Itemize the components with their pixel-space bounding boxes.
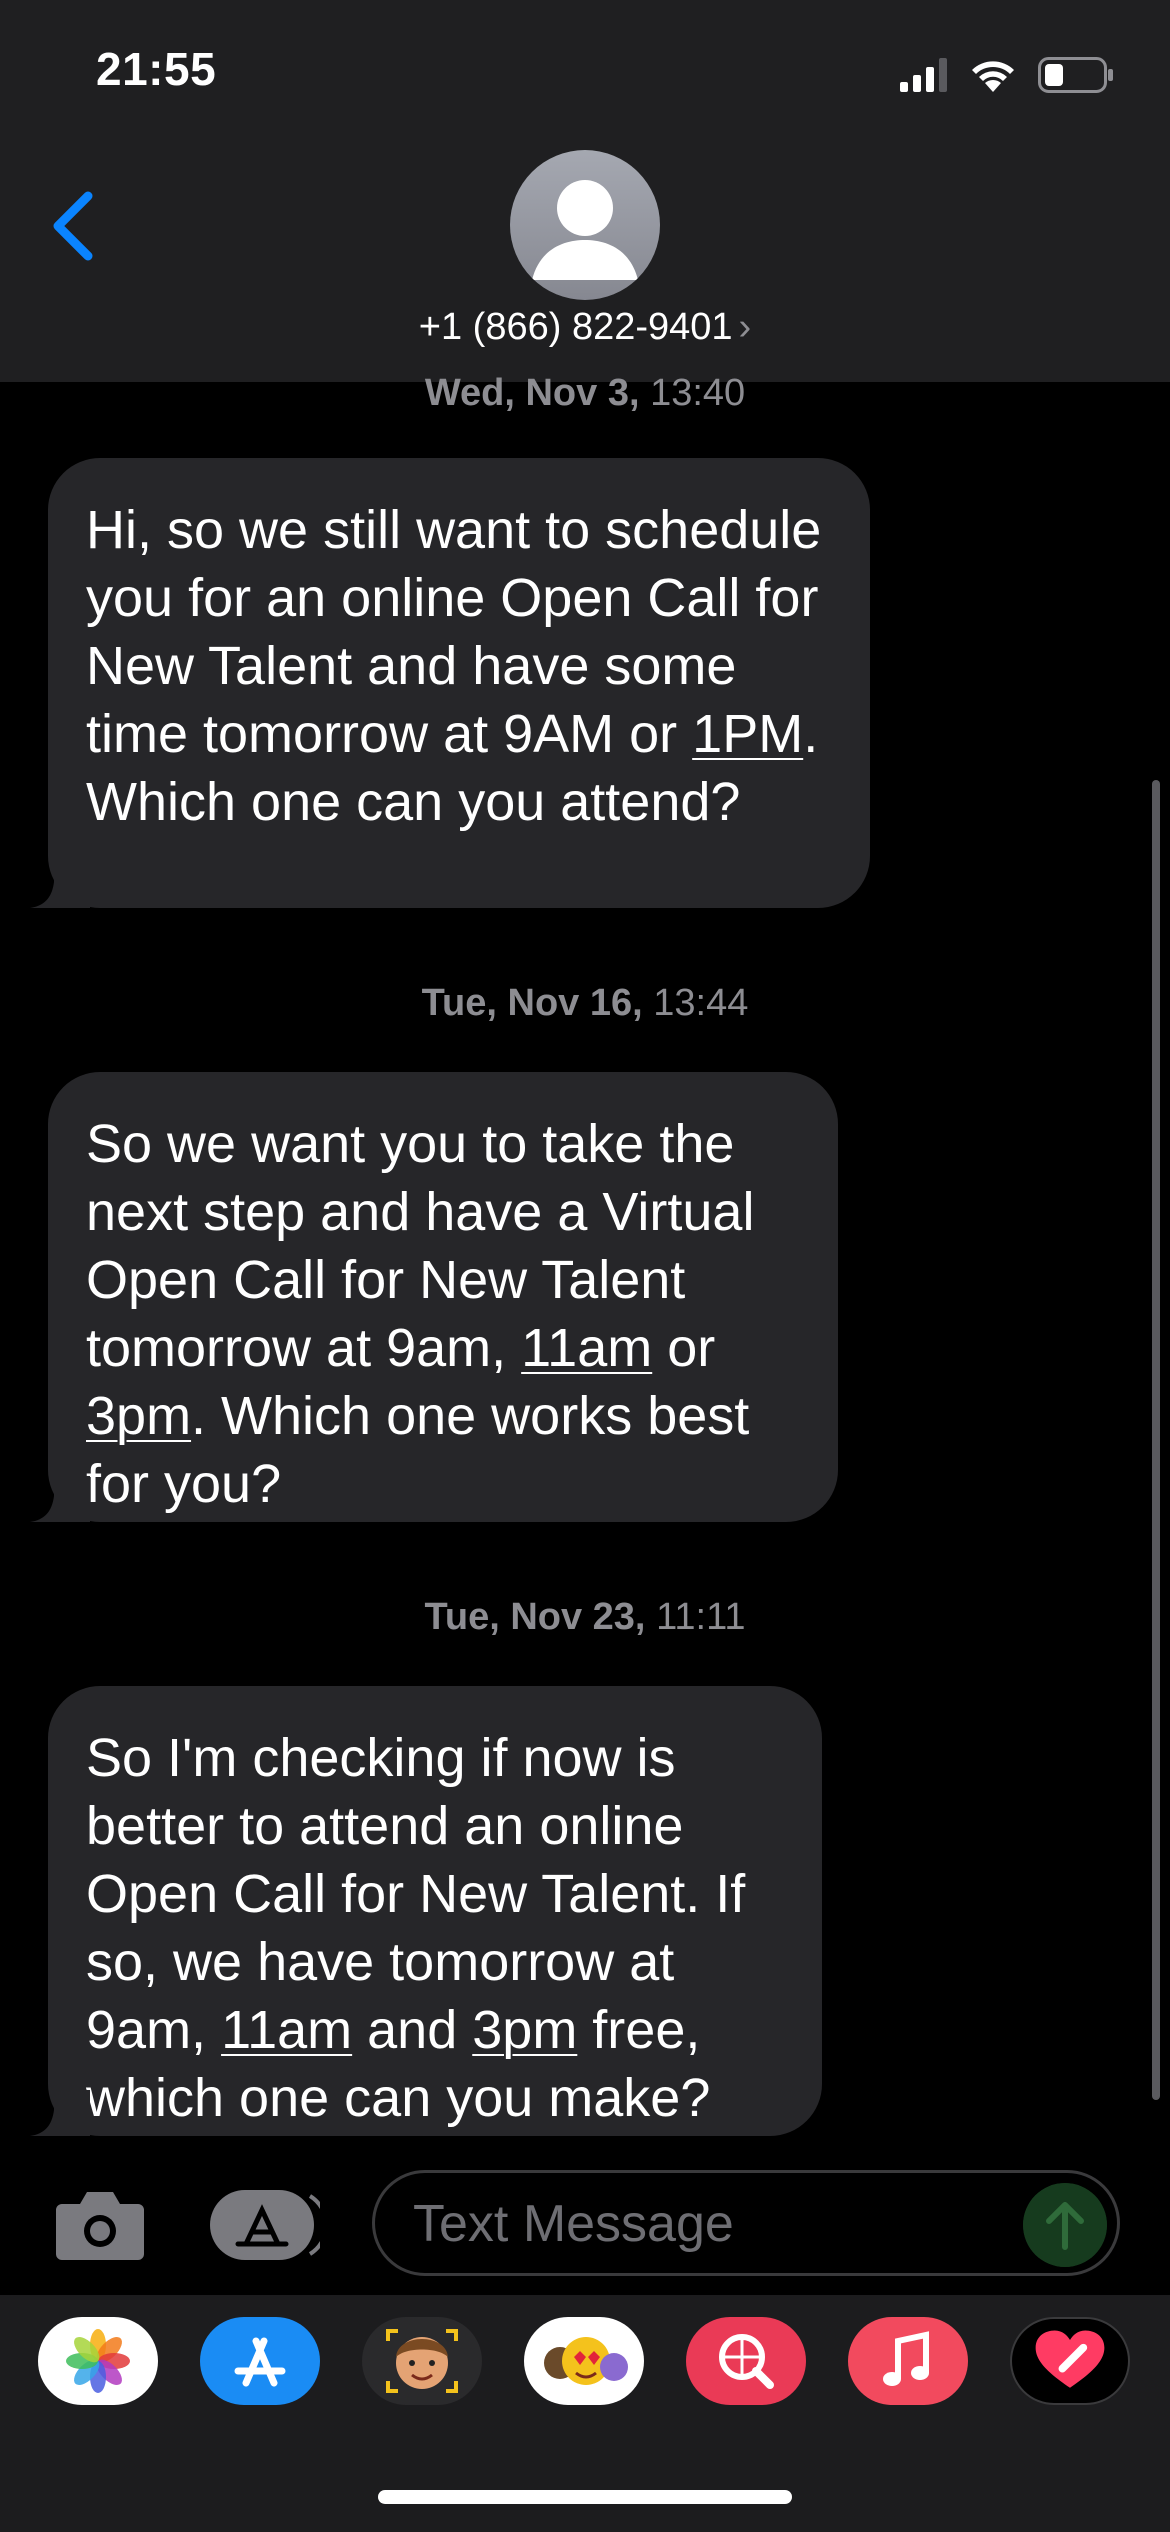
bubble-tail	[30, 1476, 90, 1522]
contact-avatar[interactable]	[510, 150, 660, 300]
time-link[interactable]: 3pm	[472, 2000, 577, 2060]
chevron-right-icon: ›	[738, 306, 752, 348]
received-message-bubble[interactable]: So I'm checking if now is better to atte…	[30, 1686, 822, 2136]
contact-name[interactable]: +1 (866) 822-9401 ›	[0, 306, 1170, 349]
wifi-icon	[972, 61, 1014, 92]
time-link[interactable]: 1PM	[692, 704, 803, 764]
music-app-icon[interactable]	[848, 2317, 968, 2405]
animoji-icon	[544, 2337, 628, 2385]
bubble-tail	[30, 2090, 90, 2136]
contact-number: +1 (866) 822-9401	[418, 306, 733, 348]
digital-touch-icon	[1035, 2330, 1105, 2388]
animoji-app-icon[interactable]	[524, 2317, 644, 2405]
home-indicator[interactable]	[378, 2490, 792, 2504]
time-link[interactable]: 3pm	[86, 1386, 191, 1446]
app-store-drawer-icon[interactable]	[208, 2188, 320, 2262]
text-message-input[interactable]	[411, 2173, 975, 2275]
app-store-app-icon[interactable]	[200, 2317, 320, 2405]
memoji-stickers-icon	[386, 2329, 458, 2393]
photos-icon	[66, 2329, 130, 2393]
time-link[interactable]: 11am	[521, 1318, 652, 1378]
web-images-app-icon[interactable]	[686, 2317, 806, 2405]
digital-touch-app-icon[interactable]	[1010, 2317, 1130, 2405]
text-message-field[interactable]	[372, 2170, 1120, 2276]
person-silhouette-icon	[532, 180, 638, 280]
scroll-indicator[interactable]	[1152, 780, 1160, 2100]
message-timestamp: Tue, Nov 16, 13:44	[421, 982, 749, 1024]
battery-icon	[1038, 57, 1113, 93]
received-message-bubble[interactable]: Hi, so we still want to schedule you for…	[30, 458, 870, 908]
status-icons	[900, 52, 1114, 98]
camera-icon[interactable]	[54, 2188, 146, 2262]
time-link[interactable]: 11am	[221, 2000, 352, 2060]
conversation-header: 21:55 +1 (866) 822-9401 ›	[0, 0, 1170, 382]
received-message-bubble[interactable]: So we want you to take the next step and…	[30, 1072, 838, 1522]
message-composer	[0, 2150, 1170, 2295]
cellular-signal-icon	[900, 58, 947, 92]
status-time: 21:55	[96, 43, 217, 95]
bubble-tail	[30, 862, 90, 908]
web-images-search-icon	[719, 2334, 774, 2389]
memoji-stickers-app-icon[interactable]	[362, 2317, 482, 2405]
message-timestamp: Tue, Nov 23, 11:11	[424, 1596, 746, 1638]
photos-app-icon[interactable]	[38, 2317, 158, 2405]
music-icon	[883, 2331, 929, 2386]
app-store-icon	[234, 2337, 286, 2387]
back-chevron-icon[interactable]	[44, 186, 104, 266]
send-arrow-icon[interactable]	[1023, 2183, 1107, 2267]
message-timestamp: Wed, Nov 3, 13:40	[424, 372, 746, 414]
